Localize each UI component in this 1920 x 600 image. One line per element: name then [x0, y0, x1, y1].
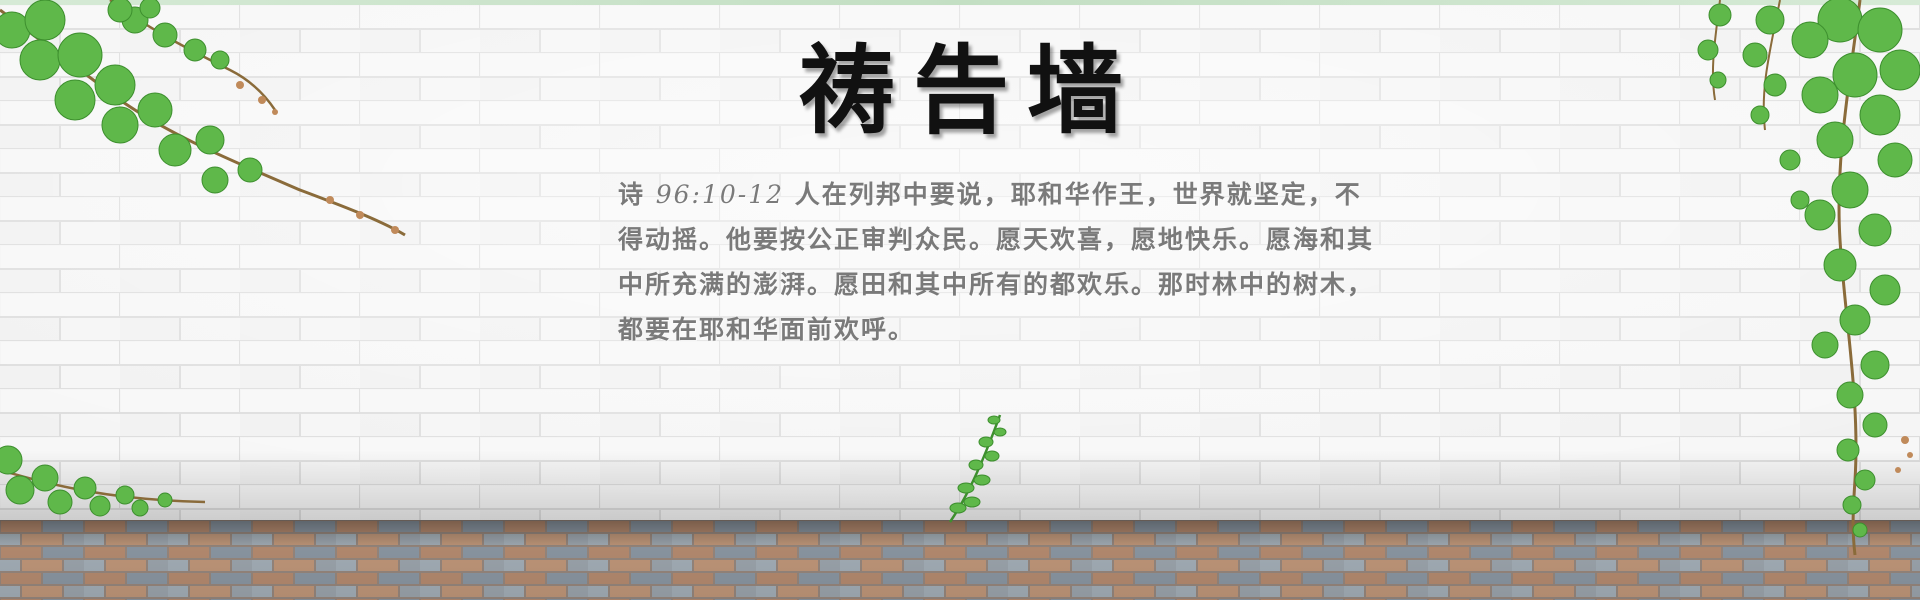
vine-bottom-left-icon — [0, 445, 206, 517]
verse-reference: 96:10-12 — [655, 180, 785, 209]
page-title: 祷告墙 — [799, 34, 1141, 147]
scripture-verse: 诗 96:10-12 人在列邦中要说，耶和华作王，世界就坚定，不得动摇。他要按公… — [618, 172, 1378, 352]
paved-floor — [0, 520, 1920, 600]
prayer-wall-banner: 祷告墙 诗 96:10-12 人在列邦中要说，耶和华作王，世界就坚定，不得动摇。… — [0, 0, 1920, 600]
paved-floor-svg — [0, 520, 1920, 600]
verse-book: 诗 — [618, 180, 646, 209]
vine-top-left-icon — [0, 0, 406, 237]
vine-right-icon — [1697, 0, 1920, 556]
vine-sprout-icon — [948, 414, 1007, 523]
